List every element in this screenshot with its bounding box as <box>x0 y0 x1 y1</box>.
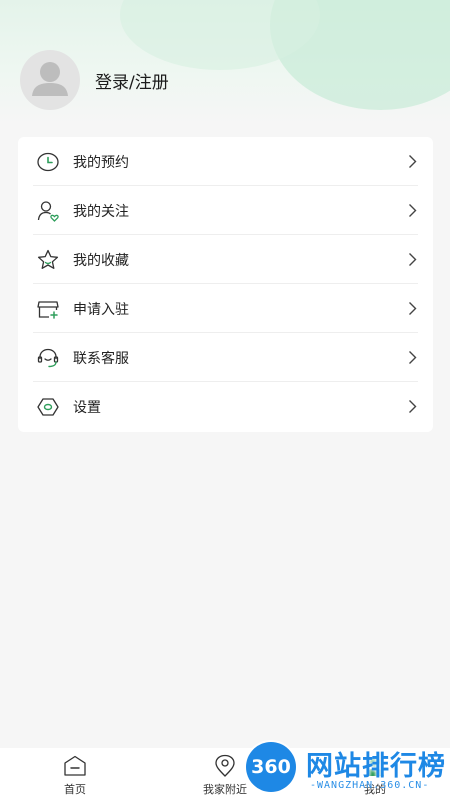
menu-card: 我的预约 我的关注 我的收藏 申请入驻 联系客服 设置 <box>18 137 433 432</box>
user-heart-icon <box>37 201 59 222</box>
menu-item-favorites[interactable]: 我的收藏 <box>18 235 433 284</box>
login-register-link[interactable]: 登录/注册 <box>95 68 169 93</box>
home-icon <box>64 755 86 776</box>
default-user-avatar-icon <box>32 62 68 96</box>
avatar[interactable] <box>20 50 80 110</box>
chevron-right-icon <box>409 400 417 413</box>
menu-item-customer-service[interactable]: 联系客服 <box>18 333 433 382</box>
menu-item-label: 我的关注 <box>73 203 129 220</box>
settings-hexagon-icon <box>37 398 59 416</box>
login-profile-row[interactable]: 登录/注册 <box>20 50 169 110</box>
tab-nearby[interactable]: 我家附近 <box>180 754 270 798</box>
chevron-right-icon <box>409 253 417 266</box>
menu-item-label: 申请入驻 <box>73 301 129 318</box>
menu-item-label: 联系客服 <box>73 350 129 367</box>
profile-icon <box>366 757 384 776</box>
menu-item-appointments[interactable]: 我的预约 <box>18 137 433 186</box>
menu-item-following[interactable]: 我的关注 <box>18 186 433 235</box>
chevron-right-icon <box>409 155 417 168</box>
chevron-right-icon <box>409 204 417 217</box>
menu-item-label: 我的预约 <box>73 154 129 171</box>
menu-item-settings[interactable]: 设置 <box>18 382 433 431</box>
clock-icon <box>37 152 59 172</box>
menu-item-label: 我的收藏 <box>73 252 129 269</box>
storefront-add-icon <box>37 301 59 319</box>
star-icon <box>37 249 59 269</box>
headset-icon <box>37 348 59 368</box>
tab-home[interactable]: 首页 <box>30 754 120 798</box>
tab-mine[interactable]: 我的 <box>330 754 420 798</box>
bottom-tab-bar: 首页 我家附近 我的 <box>0 748 450 800</box>
menu-item-label: 设置 <box>73 399 101 416</box>
chevron-right-icon <box>409 351 417 364</box>
tab-label: 我家附近 <box>203 783 247 796</box>
chevron-right-icon <box>409 302 417 315</box>
tab-label: 首页 <box>64 783 86 796</box>
location-pin-icon <box>215 754 235 777</box>
menu-item-apply-settle[interactable]: 申请入驻 <box>18 284 433 333</box>
tab-label: 我的 <box>364 783 386 796</box>
